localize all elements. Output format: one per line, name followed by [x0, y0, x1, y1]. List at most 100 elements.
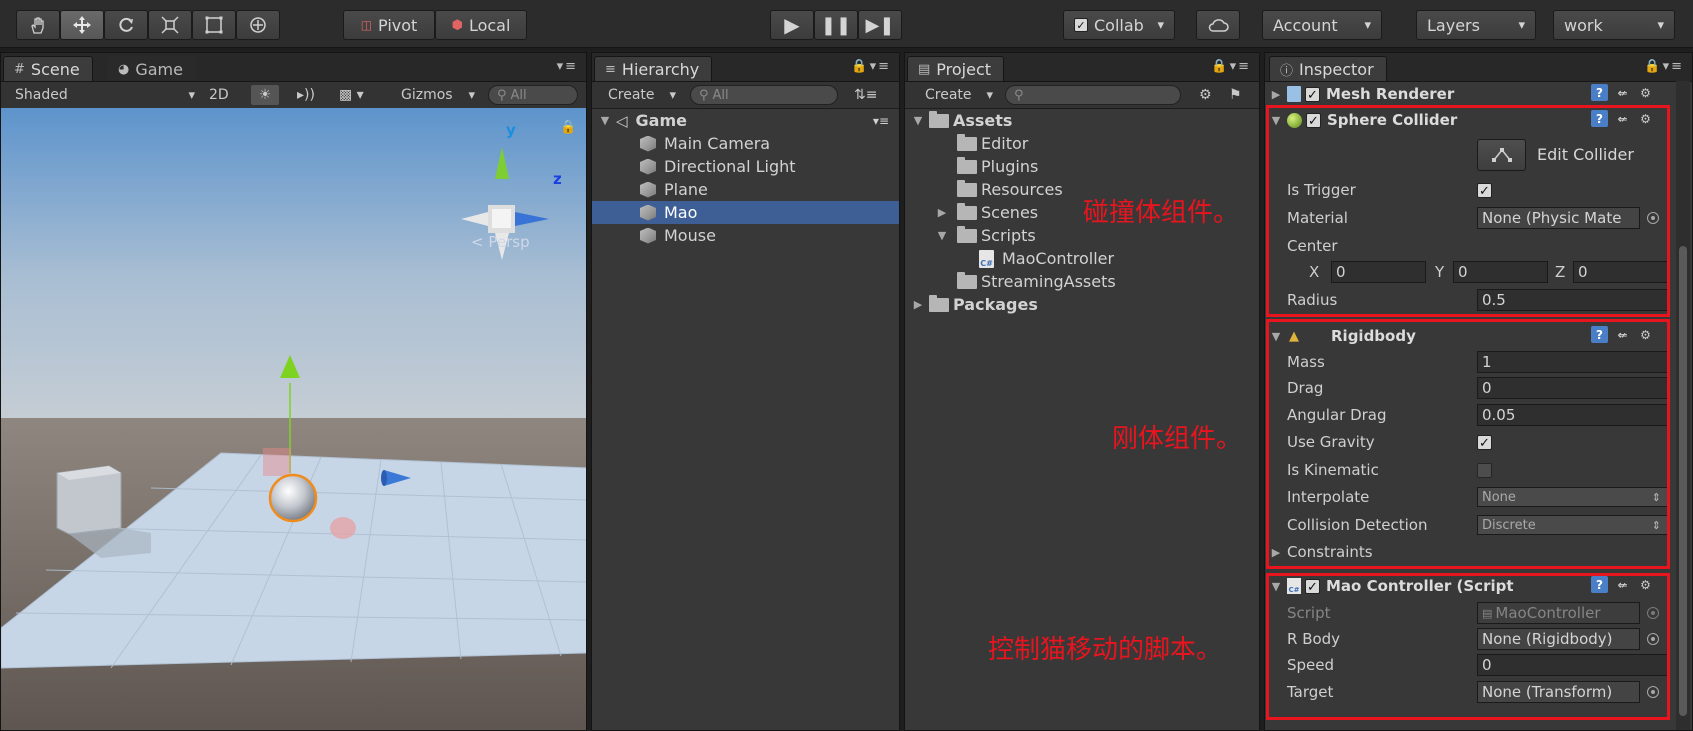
- hierarchy-item-label: Mao: [664, 203, 698, 222]
- project-menu-icon[interactable]: 🔒▾≡: [1211, 59, 1251, 74]
- hierarchy-search-placeholder: All: [712, 87, 729, 103]
- scale-tool-button[interactable]: [148, 10, 192, 40]
- folder-item[interactable]: Plugins: [905, 155, 1259, 178]
- main-toolbar: ◫ Pivot ⬢ Local ▶ ❚❚ ▶❚ ✓ Collab Account…: [0, 0, 1693, 48]
- hierarchy-filter-icon[interactable]: ⇅≡: [854, 85, 877, 105]
- folder-icon: [957, 271, 977, 289]
- hierarchy-create-dropdown[interactable]: Create: [608, 85, 676, 105]
- tab-project[interactable]: ▤ Project: [907, 56, 1005, 81]
- folder-label: Assets: [953, 111, 1013, 130]
- scene-panel: # Scene ◕ Game ▾≡ Shaded 2D ☀ ▸)) ▩ ▾ Gi…: [0, 52, 587, 731]
- filter-label-icon[interactable]: ⚑: [1229, 85, 1242, 105]
- expand-triangle-icon: ▼: [913, 114, 923, 127]
- hierarchy-item[interactable]: Mouse: [592, 224, 899, 247]
- collab-dropdown[interactable]: ✓ Collab: [1063, 10, 1175, 40]
- play-button[interactable]: ▶: [770, 10, 814, 40]
- lighting-toggle[interactable]: ☀: [251, 85, 279, 105]
- persp-arrow-icon: <: [471, 233, 484, 251]
- scene-tabstrip: # Scene ◕ Game ▾≡: [1, 53, 586, 82]
- hierarchy-item[interactable]: Directional Light: [592, 155, 899, 178]
- layout-dropdown[interactable]: work: [1553, 10, 1675, 40]
- effects-toggle[interactable]: ▩ ▾: [339, 85, 364, 105]
- step-button[interactable]: ▶❚: [858, 10, 902, 40]
- gizmos-label: Gizmos: [401, 87, 453, 103]
- folder-item[interactable]: Editor: [905, 132, 1259, 155]
- rect-tool-button[interactable]: [192, 10, 236, 40]
- search-icon: ⚲: [1014, 87, 1024, 103]
- folder-icon: [957, 225, 977, 243]
- layers-label: Layers: [1427, 15, 1480, 35]
- folder-packages[interactable]: ▶ Packages: [905, 293, 1259, 316]
- project-search-input[interactable]: ⚲: [1005, 85, 1181, 105]
- transform-tool-button[interactable]: [236, 10, 280, 40]
- account-dropdown[interactable]: Account: [1262, 10, 1382, 40]
- hierarchy-item[interactable]: Main Camera: [592, 132, 899, 155]
- inspector-menu-icon[interactable]: 🔒▾≡: [1644, 59, 1684, 74]
- mesh-renderer-enabled-checkbox[interactable]: ✓: [1305, 86, 1320, 103]
- shading-dropdown[interactable]: Shaded: [15, 85, 195, 105]
- folder-icon: [929, 294, 949, 312]
- tab-inspector[interactable]: ⓘ Inspector: [1269, 56, 1387, 81]
- filter-type-icon[interactable]: ⚙: [1199, 85, 1212, 105]
- scene-menu-icon[interactable]: ▾≡: [873, 114, 889, 128]
- scene-search-input[interactable]: ⚲ All: [488, 85, 578, 105]
- project-subbar: Create ⚲ ⚙ ⚑: [905, 82, 1259, 109]
- layers-dropdown[interactable]: Layers: [1416, 10, 1536, 40]
- collapse-triangle-icon: ▶: [913, 298, 923, 311]
- gameobject-cube-icon: [640, 227, 656, 244]
- script-highlight-box: [1266, 573, 1670, 720]
- tab-hierarchy[interactable]: ≡ Hierarchy: [594, 56, 713, 81]
- inspector-scroll-thumb[interactable]: [1679, 246, 1687, 716]
- tab-scene-label: Scene: [30, 59, 80, 79]
- gizmo-z-label: z: [553, 170, 562, 188]
- hierarchy-menu-icon[interactable]: 🔒▾≡: [851, 59, 891, 74]
- scene-lock-icon[interactable]: 🔒: [560, 120, 576, 135]
- pause-button[interactable]: ❚❚: [814, 10, 858, 40]
- mode-2d-toggle[interactable]: 2D: [209, 85, 229, 105]
- local-label: Local: [468, 15, 511, 35]
- move-icon: [73, 16, 91, 34]
- folder-assets[interactable]: ▼ Assets: [905, 109, 1259, 132]
- local-toggle[interactable]: ⬢ Local: [435, 10, 527, 40]
- pivot-toggle[interactable]: ◫ Pivot: [343, 10, 435, 40]
- folder-icon: [957, 133, 977, 151]
- tab-scene[interactable]: # Scene: [3, 56, 93, 81]
- rotate-icon: [119, 17, 133, 32]
- hand-tool-button[interactable]: [16, 10, 60, 40]
- rotate-tool-button[interactable]: [104, 10, 148, 40]
- inspector-tabstrip: ⓘ Inspector 🔒▾≡: [1265, 53, 1692, 82]
- gear-icon[interactable]: ⚙: [1637, 84, 1654, 101]
- rigidbody-annotation: 刚体组件。: [1112, 424, 1243, 454]
- folder-label: Scenes: [981, 203, 1039, 222]
- inspector-scrollbar[interactable]: [1676, 81, 1690, 730]
- tab-game[interactable]: ◕ Game: [107, 56, 196, 81]
- hierarchy-search-input[interactable]: ⚲ All: [690, 85, 838, 105]
- folder-label: Resources: [981, 180, 1063, 199]
- help-icon[interactable]: ?: [1591, 84, 1608, 101]
- gizmos-dropdown[interactable]: Gizmos: [401, 85, 475, 105]
- move-tool-button[interactable]: [60, 10, 104, 40]
- mesh-renderer-icon: [1287, 86, 1301, 102]
- search-icon: ⚲: [497, 87, 507, 103]
- mesh-renderer-header[interactable]: ▶ ✓ Mesh Renderer ? ⇍ ⚙: [1265, 81, 1658, 107]
- hierarchy-scene-root[interactable]: ▼ ◁ Game ▾≡: [592, 109, 899, 132]
- panel-menu-icon[interactable]: ▾≡: [557, 59, 578, 74]
- perspective-label[interactable]: < Persp: [471, 233, 530, 251]
- preset-icon[interactable]: ⇍: [1614, 84, 1631, 101]
- cloud-button[interactable]: [1196, 10, 1240, 40]
- audio-toggle[interactable]: ▸)): [297, 85, 315, 105]
- script-file-item[interactable]: C# MaoController: [905, 247, 1259, 270]
- local-icon: ⬢: [451, 17, 463, 33]
- scene-viewport[interactable]: y z 🔒 < Persp: [1, 108, 586, 730]
- expand-triangle-icon: ▼: [937, 229, 947, 242]
- hierarchy-item[interactable]: Plane: [592, 178, 899, 201]
- collapse-triangle-icon: ▶: [937, 206, 947, 219]
- hierarchy-item-selected[interactable]: Mao: [592, 201, 899, 224]
- gameobject-cube-icon: [640, 204, 656, 221]
- pivot-label: Pivot: [378, 15, 418, 35]
- folder-item[interactable]: StreamingAssets: [905, 270, 1259, 293]
- layout-label: work: [1564, 15, 1603, 35]
- hierarchy-tabstrip: ≡ Hierarchy 🔒▾≡: [592, 53, 899, 82]
- project-create-dropdown[interactable]: Create: [925, 85, 993, 105]
- script-annotation: 控制猫移动的脚本。: [988, 635, 1223, 665]
